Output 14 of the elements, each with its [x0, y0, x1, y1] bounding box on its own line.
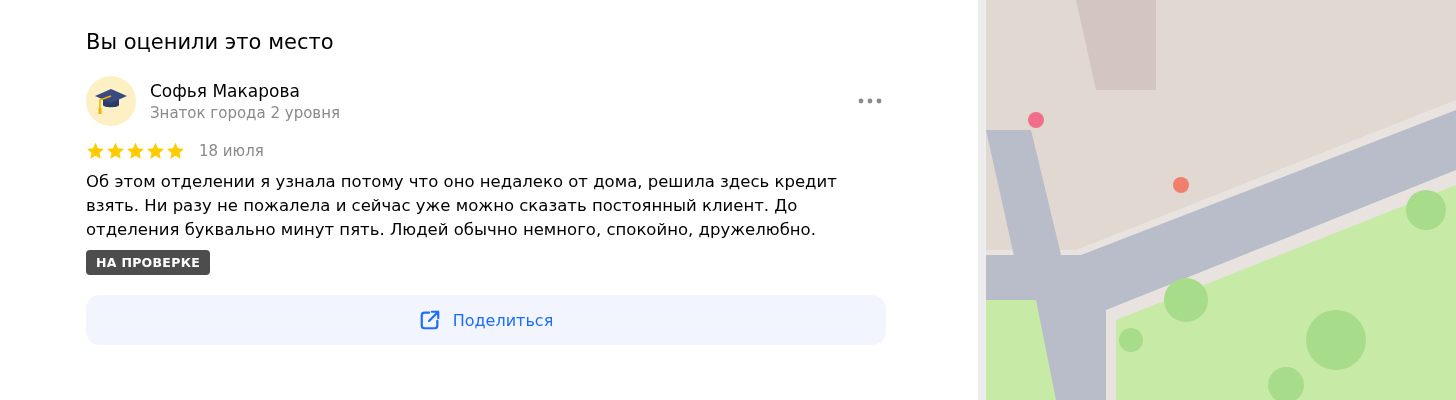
more-icon — [858, 98, 882, 104]
review-date: 18 июля — [199, 142, 264, 160]
star-icon — [86, 142, 105, 160]
share-button[interactable]: Поделиться — [86, 295, 886, 345]
author-name: Софья Макарова — [150, 80, 301, 101]
star-icon — [106, 142, 125, 160]
star-icon — [146, 142, 165, 160]
star-icon — [166, 142, 185, 160]
status-badge: НА ПРОВЕРКЕ — [86, 250, 211, 275]
author-level: Знаток города 2 уровня — [150, 103, 341, 122]
share-icon — [418, 309, 441, 331]
section-title: Вы оценили это место — [86, 30, 335, 54]
review-text: Об этом отделении я узнала потому что оно недалеко от дома, решила здесь кредит взять. Ни разу не пожалела и сейчас уже можно сказать постоянный клиент. До отделения буквально минут пять. Людей обычно немного, спокойно, дружелюбно. — [86, 171, 838, 241]
star-icon — [126, 142, 145, 160]
